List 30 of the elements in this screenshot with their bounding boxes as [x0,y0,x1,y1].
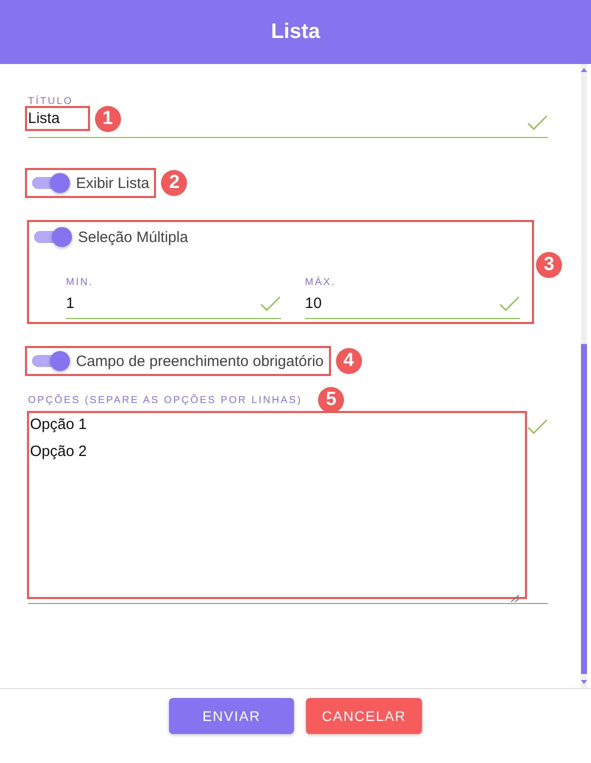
toggle-label: Seleção Múltipla [78,228,188,246]
toggle-label: Campo de preenchimento obrigatório [76,352,324,370]
dialog-title: Lista [270,20,320,44]
toggle-switch[interactable] [30,351,70,371]
option-line: Opção 1 [30,416,88,435]
option-line: Opção 2 [30,443,88,462]
step-number: 1 [94,106,121,132]
toggle-switch[interactable] [32,227,72,247]
toggle-label: Exibir Lista [76,174,150,192]
submit-button[interactable]: ENVIAR [169,698,294,734]
input-field[interactable]: 1 [66,288,281,319]
field-value: 1 [66,294,74,312]
field-label: TÍTULO [28,96,74,107]
input-field[interactable]: Lista 1 [28,107,548,138]
step-number: 5 [318,387,344,413]
field-label: MÁX. [305,277,337,288]
field-value: Lista [28,110,60,127]
field-label: MIN. [66,277,95,288]
field-label: OPÇÕES (SEPARE AS OPÇÕES POR LINHAS) [28,394,302,406]
step-number: 3 [536,252,562,278]
field-value: 10 [305,294,322,312]
toggle-switch[interactable] [30,173,70,193]
input-field[interactable]: 10 [305,288,520,319]
text-area[interactable]: Opção 1 Opção 2 [28,411,548,604]
scroll-down-arrow[interactable] [581,680,587,684]
resize-handle-icon[interactable] [510,594,520,602]
step-number: 4 [336,348,362,374]
scroll-up-arrow[interactable] [581,68,587,72]
scrollbar-thumb[interactable] [581,344,587,674]
step-number: 2 [161,170,188,196]
